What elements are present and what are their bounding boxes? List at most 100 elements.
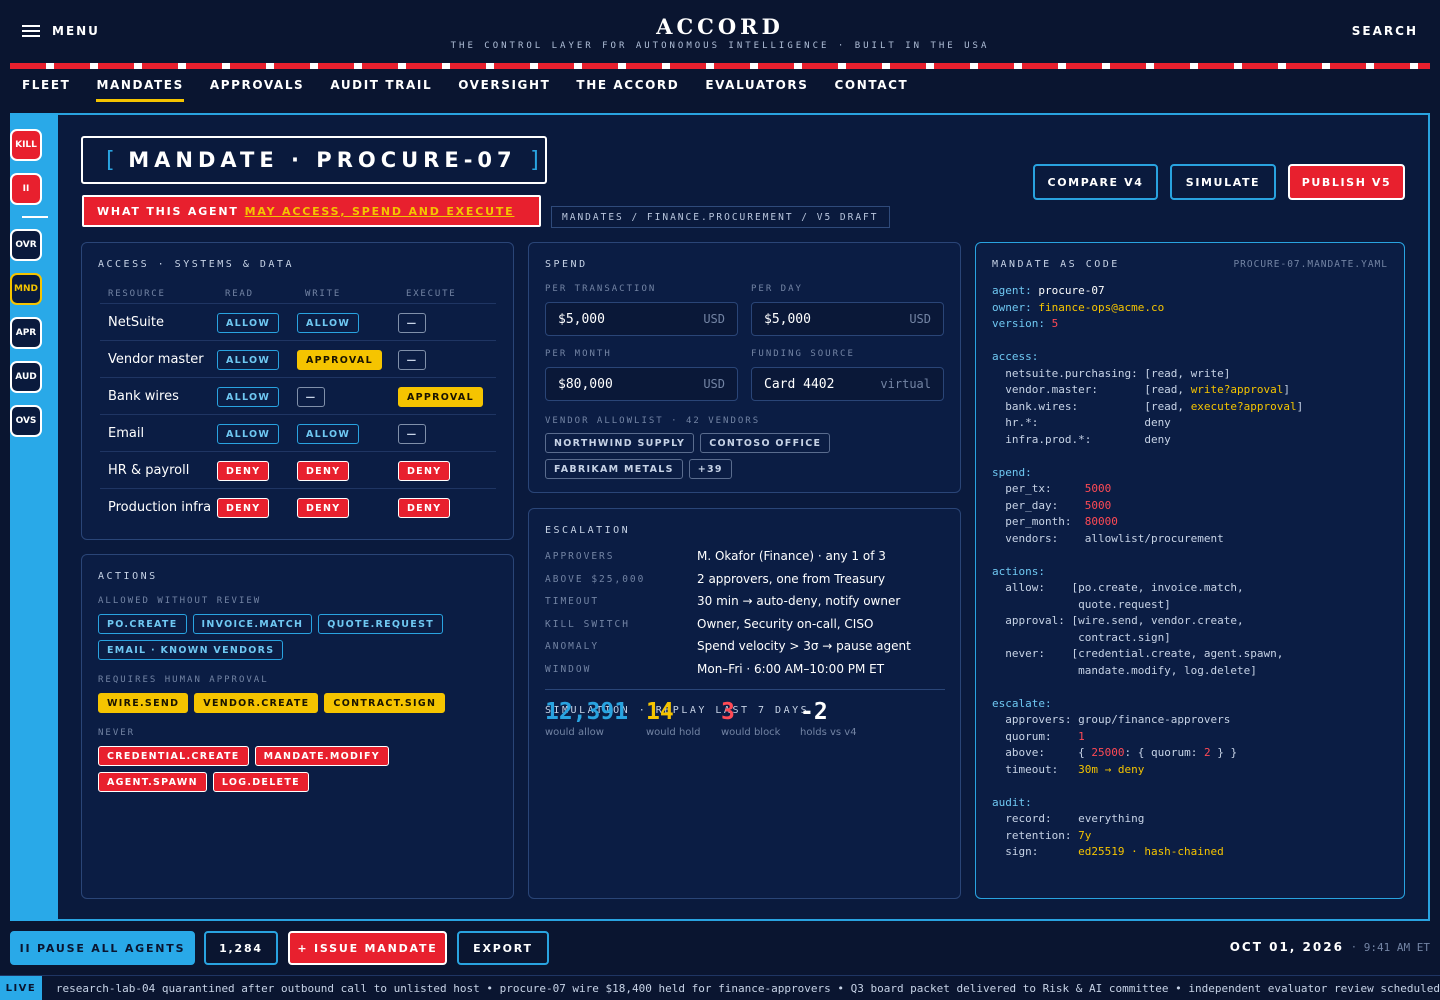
resource-name: Email	[108, 425, 145, 441]
simulate-button[interactable]: SIMULATE	[1170, 164, 1276, 200]
vendor-fabrikam-metals[interactable]: FABRIKAM METALS	[545, 459, 683, 479]
vendor-northwind-supply[interactable]: NORTHWIND SUPPLY	[545, 433, 695, 453]
rail-mnd-button[interactable]: MND	[10, 273, 42, 305]
nav-item-oversight[interactable]: OVERSIGHT	[458, 78, 550, 102]
nav-item-contact[interactable]: CONTACT	[835, 78, 909, 102]
table-row: NetSuite ALLOW ALLOW —	[100, 303, 496, 340]
resource-name: NetSuite	[108, 314, 165, 330]
action-mandate-modify[interactable]: MANDATE.MODIFY	[254, 746, 389, 766]
deny-badge[interactable]: DENY	[217, 498, 270, 519]
time: 9:41 AM ET	[1363, 940, 1430, 954]
action-contract-sign[interactable]: CONTRACT.SIGN	[324, 693, 446, 713]
per-tx-field[interactable]: $5,000 USD	[545, 302, 738, 336]
action-log-delete[interactable]: LOG.DELETE	[212, 772, 309, 792]
allow-badge[interactable]: ALLOW	[217, 424, 280, 445]
action-email-known-vendors[interactable]: EMAIL · KNOWN VENDORS	[98, 640, 284, 660]
agent-count[interactable]: 1,284	[204, 931, 278, 965]
nav-item-the-accord[interactable]: THE ACCORD	[576, 78, 679, 102]
deny-badge[interactable]: DENY	[297, 461, 350, 482]
tagline: THE CONTROL LAYER FOR AUTONOMOUS INTELLI…	[450, 41, 990, 51]
sim-stat: 12,391 would allow	[545, 699, 628, 738]
per-day-label: PER DAY	[751, 284, 803, 294]
cell-read: DENY	[217, 459, 297, 482]
stat-value: 14	[646, 699, 674, 725]
compare-button[interactable]: COMPARE V4	[1033, 164, 1158, 200]
search-button[interactable]: SEARCH	[1352, 24, 1418, 38]
deny-badge[interactable]: DENY	[217, 461, 270, 482]
approval-badge[interactable]: APPROVAL	[398, 387, 483, 408]
rail-ovr-button[interactable]: OVR	[10, 229, 42, 261]
none-marker: —	[398, 313, 426, 334]
bracket-left: [	[103, 147, 117, 173]
action-wire-send[interactable]: WIRE.SEND	[98, 693, 189, 713]
escalation-value: M. Okafor (Finance) · any 1 of 3	[697, 549, 886, 563]
funding-label: FUNDING SOURCE	[751, 349, 855, 359]
resource-name: HR & payroll	[108, 462, 190, 478]
pause-icon[interactable]: II	[10, 173, 42, 205]
per-month-field[interactable]: $80,000 USD	[545, 367, 738, 401]
allowed-actions: PO.CREATE INVOICE.MATCH QUOTE.REQUEST EMAIL…	[98, 614, 498, 660]
sim-stat: 14 would hold	[646, 699, 701, 738]
page-title: MANDATE · PROCURE-07	[128, 148, 517, 172]
nav-item-audit-trail[interactable]: AUDIT TRAIL	[330, 78, 432, 102]
breadcrumb[interactable]: MANDATES / FINANCE.PROCUREMENT / V5 DRAF…	[551, 206, 890, 228]
allow-badge[interactable]: ALLOW	[217, 387, 280, 408]
ticker-text: research-lab-04 quarantined after outbou…	[55, 981, 1440, 995]
actions-heading: ACTIONS	[98, 571, 158, 582]
nav-item-approvals[interactable]: APPROVALS	[210, 78, 304, 102]
none-marker: —	[398, 424, 426, 445]
funding-field[interactable]: Card 4402 virtual	[751, 367, 944, 401]
col-read: READ	[225, 289, 254, 299]
action-vendor-create[interactable]: VENDOR.CREATE	[194, 693, 319, 713]
date: OCT 01, 2026	[1229, 940, 1344, 954]
deny-badge[interactable]: DENY	[398, 498, 451, 519]
escalation-key: WINDOW	[545, 663, 592, 675]
allow-badge[interactable]: ALLOW	[297, 313, 360, 334]
escalation-key: KILL SWITCH	[545, 618, 630, 630]
approval-badge[interactable]: APPROVAL	[297, 350, 382, 371]
divider	[545, 689, 945, 690]
allow-badge[interactable]: ALLOW	[297, 424, 360, 445]
rail-aud-button[interactable]: AUD	[10, 361, 42, 393]
code-heading: MANDATE AS CODE	[992, 259, 1120, 270]
action-credential-create[interactable]: CREDENTIAL.CREATE	[98, 746, 249, 766]
mandate-title-box: [ MANDATE · PROCURE-07 ]	[81, 136, 547, 184]
cell-execute: —	[398, 311, 426, 334]
action-agent-spawn[interactable]: AGENT.SPAWN	[98, 772, 207, 792]
mandate-code[interactable]: agent: procure-07 owner: finance-ops@acm…	[992, 283, 1303, 861]
table-row: Vendor master ALLOW APPROVAL —	[100, 340, 496, 377]
stat-label: would hold	[646, 727, 701, 738]
cell-write: —	[297, 385, 398, 408]
allow-badge[interactable]: ALLOW	[217, 350, 280, 371]
kill-switch-button[interactable]: KILL	[10, 129, 42, 161]
escalation-value: Spend velocity > 3σ → pause agent	[697, 639, 911, 653]
escalation-value: 2 approvers, one from Treasury	[697, 571, 886, 586]
deny-badge[interactable]: DENY	[398, 461, 451, 482]
action-po-create[interactable]: PO.CREATE	[98, 614, 187, 634]
nav-item-mandates[interactable]: MANDATES	[96, 78, 184, 102]
col-execute: EXECUTE	[406, 289, 457, 299]
sim-stat: 3 would block	[721, 699, 780, 738]
vendor-39[interactable]: +39	[688, 459, 732, 479]
allowed-label: ALLOWED WITHOUT REVIEW	[98, 596, 262, 606]
nav-item-fleet[interactable]: FLEET	[22, 78, 70, 102]
per-month-label: PER MONTH	[545, 349, 612, 359]
cell-write: ALLOW	[297, 422, 398, 445]
spend-heading: SPEND	[545, 259, 588, 270]
export-button[interactable]: EXPORT	[457, 931, 549, 965]
action-invoice-match[interactable]: INVOICE.MATCH	[192, 614, 313, 634]
issue-mandate-button[interactable]: + ISSUE MANDATE	[288, 931, 447, 965]
action-quote-request[interactable]: QUOTE.REQUEST	[318, 614, 443, 634]
stat-value: -2	[800, 699, 828, 725]
deny-badge[interactable]: DENY	[297, 498, 350, 519]
rail-ovs-button[interactable]: OVS	[10, 405, 42, 437]
allow-badge[interactable]: ALLOW	[217, 313, 280, 334]
per-day-field[interactable]: $5,000 USD	[751, 302, 944, 336]
vendor-contoso-office[interactable]: CONTOSO OFFICE	[700, 433, 831, 453]
pause-all-button[interactable]: II PAUSE ALL AGENTS	[10, 931, 195, 965]
subtitle-prefix: WHAT THIS AGENT	[97, 204, 239, 218]
nav-item-evaluators[interactable]: EVALUATORS	[705, 78, 808, 102]
stat-label: would allow	[545, 727, 604, 738]
publish-button[interactable]: PUBLISH V5	[1288, 164, 1405, 200]
rail-apr-button[interactable]: APR	[10, 317, 42, 349]
